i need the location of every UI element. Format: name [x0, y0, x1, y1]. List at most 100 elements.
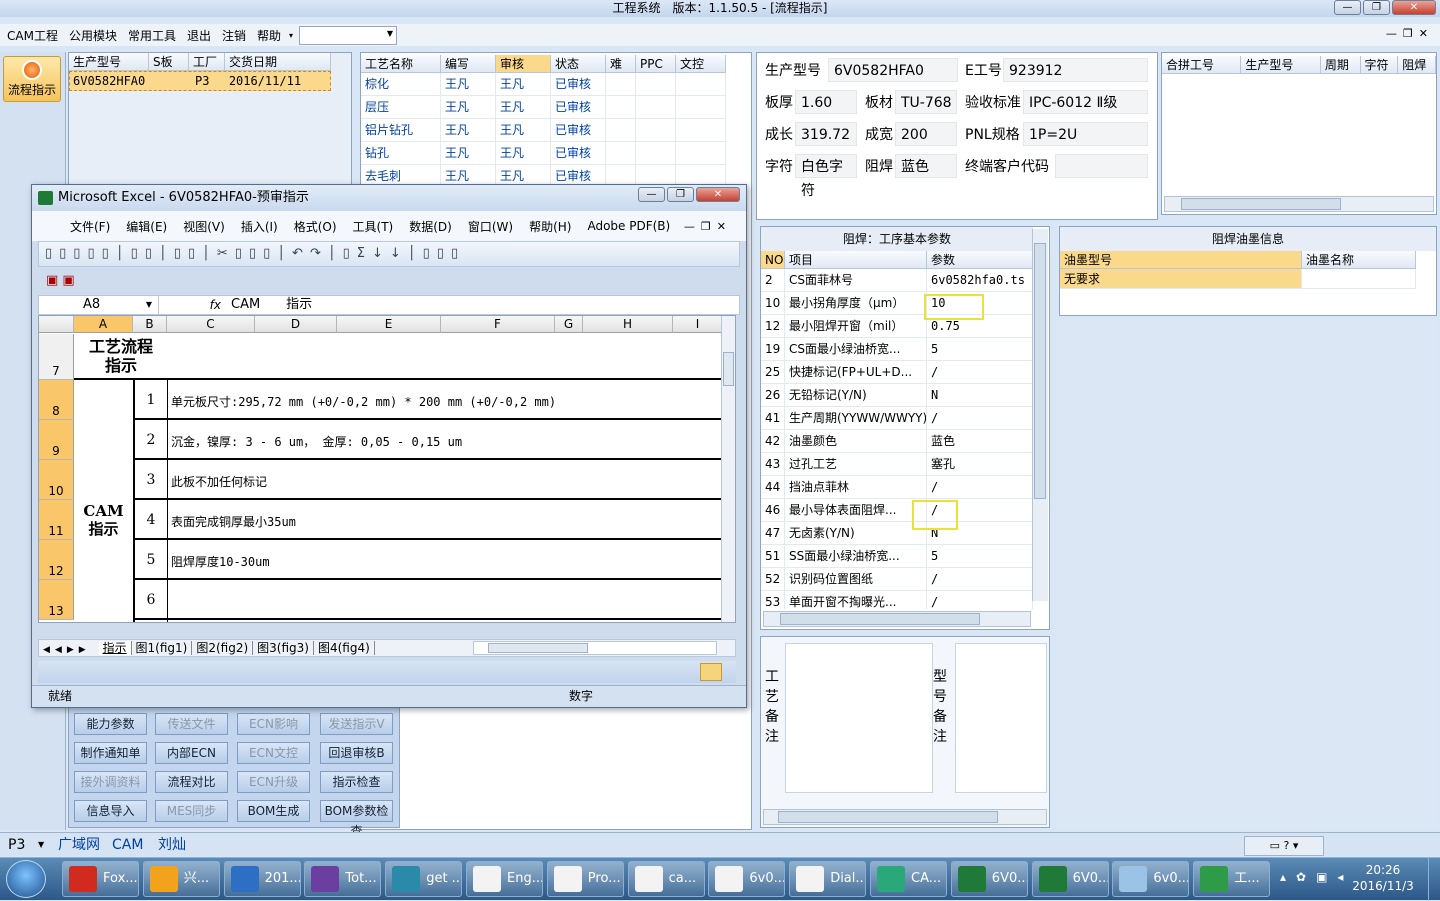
col-delivery[interactable]: 交货日期 — [225, 53, 331, 71]
col-cycle[interactable]: 周期 — [1320, 56, 1361, 74]
fx-icon[interactable]: fx — [159, 296, 227, 314]
ink-name-value[interactable] — [1302, 269, 1416, 289]
taskbar-item[interactable]: 201... — [223, 861, 301, 897]
param-row[interactable]: 51 SS面最小绿油桥宽... 5 — [761, 545, 1049, 568]
column-header[interactable]: E — [337, 316, 441, 333]
col-mask[interactable]: 阻焊 — [1398, 56, 1436, 74]
value-model[interactable]: 6V0582HFA0 — [828, 58, 958, 82]
notes-hscrollbar[interactable] — [763, 809, 1047, 825]
taskbar-item[interactable]: 6V0... — [950, 861, 1028, 897]
row-header[interactable]: 11 — [39, 500, 74, 540]
scroll-thumb[interactable] — [723, 352, 734, 386]
menu-logout[interactable]: 注销 — [219, 27, 254, 44]
taskbar-item[interactable]: 6v0... — [708, 861, 786, 897]
col-doc-control[interactable]: 文控 — [676, 55, 726, 73]
sheet-tab[interactable]: 图3(fig3) — [253, 641, 314, 655]
param-row[interactable]: 44 挡油点菲林 / — [761, 476, 1049, 499]
taskbar-item[interactable]: 工... — [1193, 861, 1271, 897]
col-param[interactable]: 参数 — [927, 251, 1033, 269]
row-header[interactable]: 7 — [39, 334, 74, 380]
column-header[interactable]: H — [583, 316, 673, 333]
col-ink-model[interactable]: 油墨型号 — [1060, 251, 1302, 269]
col-no[interactable]: NO — [761, 251, 785, 269]
function-button[interactable]: 传送文件 — [155, 713, 228, 735]
excel-menu-insert[interactable]: 插入(I) — [233, 218, 286, 235]
process-row[interactable]: 棕化 王凡 王凡 已审核 — [361, 73, 751, 96]
param-row[interactable]: 42 油墨颜色 蓝色 — [761, 430, 1049, 453]
item-text-cell[interactable]: 表面完成铜厚最小35um — [171, 513, 296, 530]
col-merge-model[interactable]: 生产型号 — [1241, 56, 1321, 74]
excel-menu-format[interactable]: 格式(O) — [286, 218, 345, 235]
sheet-tab[interactable]: 指示 — [98, 641, 132, 655]
function-button[interactable]: 能力参数 — [74, 713, 147, 735]
function-button[interactable]: 制作通知单 — [74, 742, 147, 764]
name-box[interactable]: A8 ▼ — [39, 296, 159, 314]
taskbar-item[interactable]: Eng... — [466, 861, 543, 897]
sheet-tab[interactable]: 图2(fig2) — [192, 641, 254, 655]
excel-close-button[interactable]: ✕ — [696, 187, 740, 202]
value-e-no[interactable]: 923912 — [1003, 58, 1148, 82]
column-header[interactable]: D — [255, 316, 337, 333]
process-note-box[interactable] — [785, 643, 933, 793]
row-header[interactable]: 13 — [39, 580, 74, 620]
show-desktop-button[interactable] — [1428, 858, 1440, 901]
taskbar-item[interactable]: Pro... — [546, 861, 624, 897]
excel-menu-file[interactable]: 文件(F) — [62, 218, 118, 235]
taskbar-item[interactable]: Tot... — [304, 861, 382, 897]
column-header[interactable]: C — [167, 316, 255, 333]
col-item[interactable]: 项目 — [785, 251, 927, 269]
param-row[interactable]: 19 CS面最小绿油桥宽... 5 — [761, 338, 1049, 361]
row-header[interactable]: 8 — [39, 380, 74, 420]
excel-menu-data[interactable]: 数据(D) — [401, 218, 460, 235]
col-merge-no[interactable]: 合拼工号 — [1162, 56, 1242, 74]
scroll-thumb[interactable] — [1181, 198, 1341, 210]
param-row[interactable]: 46 最小导体表面阻焊... / — [761, 499, 1049, 522]
column-header[interactable]: F — [441, 316, 555, 333]
params-vscrollbar[interactable] — [1032, 229, 1048, 601]
row-header[interactable]: 12 — [39, 540, 74, 580]
chevron-down-icon[interactable]: ▼ — [38, 833, 44, 857]
minimize-button[interactable]: — — [1334, 0, 1361, 15]
function-button[interactable]: 接外调资料 — [74, 771, 147, 793]
param-row[interactable]: 52 识别码位置图纸 / — [761, 568, 1049, 591]
item-number-cell[interactable]: 4 — [135, 512, 167, 528]
function-button[interactable]: 指示检查 — [320, 771, 393, 793]
formula-input[interactable]: CAM 指示 — [227, 296, 739, 314]
column-header[interactable]: B — [133, 316, 167, 333]
item-text-cell[interactable]: 单元板尺寸:295,72 mm (+0/-0,2 mm) * 200 mm (+… — [171, 393, 556, 410]
col-factory[interactable]: 工厂 — [189, 53, 225, 71]
column-header[interactable]: G — [555, 316, 583, 333]
item-text-cell[interactable]: 沉金，镍厚: 3 - 6 um， 金厚: 0,05 - 0,15 um — [171, 433, 462, 450]
excel-menu-window[interactable]: 窗口(W) — [460, 218, 521, 235]
param-row[interactable]: 47 无卤素(Y/N) N — [761, 522, 1049, 545]
excel-doc-controls[interactable]: —❐✕ — [676, 220, 740, 233]
excel-menu-view[interactable]: 视图(V) — [175, 218, 233, 235]
col-ink-name[interactable]: 油墨名称 — [1302, 251, 1416, 269]
process-row[interactable]: 铝片钻孔 王凡 王凡 已审核 — [361, 119, 751, 142]
excel-vscrollbar[interactable] — [721, 316, 735, 622]
value-thickness[interactable]: 1.60 — [795, 90, 857, 114]
language-bar[interactable]: ▭ ? ▾ — [1244, 836, 1324, 856]
col-difficulty[interactable]: 难 — [606, 55, 636, 73]
mdi-controls[interactable]: —❐✕ — [1386, 27, 1434, 40]
start-button[interactable] — [6, 860, 46, 898]
col-s-board[interactable]: S板 — [149, 53, 189, 71]
param-row[interactable]: 43 过孔工艺 塞孔 — [761, 453, 1049, 476]
scroll-thumb[interactable] — [780, 613, 980, 625]
value-width[interactable]: 200 — [895, 122, 957, 146]
excel-pdf-toolbar[interactable]: ▣ ▣ — [38, 269, 740, 295]
excel-maximize-button[interactable]: ❐ — [667, 187, 694, 202]
item-text-cell[interactable]: 阻焊厚度10-30um — [171, 553, 270, 570]
status-factory[interactable]: P3 — [8, 833, 25, 857]
help-dropdown-icon[interactable]: ▾ — [289, 31, 293, 40]
item-number-cell[interactable]: 6 — [135, 592, 167, 608]
menu-tools[interactable]: 常用工具 — [125, 27, 184, 44]
order-row[interactable]: 6V0582HFA0 P3 2016/11/11 — [69, 71, 331, 91]
taskbar-item[interactable]: CA... — [870, 861, 947, 897]
function-button[interactable]: MES同步 — [155, 800, 228, 822]
value-material[interactable]: TU-768 — [895, 90, 957, 114]
value-length[interactable]: 319.72 — [795, 122, 857, 146]
col-process-name[interactable]: 工艺名称 — [361, 55, 441, 73]
param-row[interactable]: 53 单面开窗不掏曝光... / — [761, 591, 1049, 609]
sheet-tab[interactable]: 图1(fig1) — [131, 641, 193, 655]
